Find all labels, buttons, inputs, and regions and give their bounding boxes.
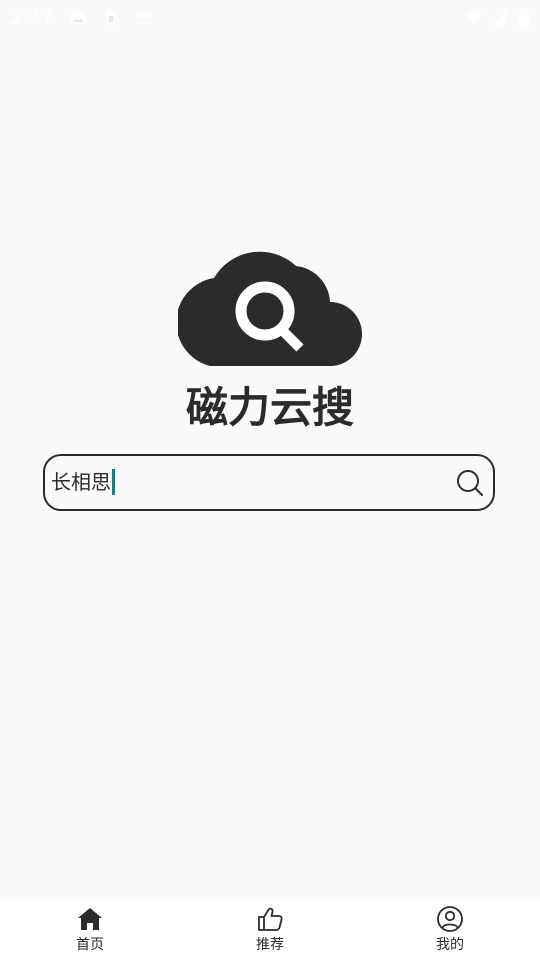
nav-label-home: 首页: [76, 937, 104, 953]
home-icon: [78, 908, 102, 930]
search-icon[interactable]: [455, 468, 485, 498]
battery-icon: [519, 8, 529, 28]
status-time: 2:47: [10, 6, 55, 29]
text-caret: [112, 469, 115, 495]
cloud-search-logo: [178, 251, 362, 366]
image-icon: [71, 12, 85, 24]
status-bar: 2:47: [0, 0, 540, 36]
nav-item-home[interactable]: 首页: [30, 897, 150, 960]
nav-item-mine[interactable]: 我的: [390, 897, 510, 960]
bottom-nav: 首页 推荐 我的: [0, 897, 540, 960]
search-value: 长相思: [51, 470, 111, 494]
search-input[interactable]: 长相思: [51, 469, 115, 495]
signal-icon: [492, 11, 506, 25]
brand-name: 磁力云搜: [185, 383, 354, 432]
nav-item-recommend[interactable]: 推荐: [210, 897, 330, 960]
nav-label-recommend: 推荐: [256, 937, 284, 953]
cloud-search-icon: [178, 251, 362, 366]
keyboard-icon: [136, 13, 152, 24]
user-circle-icon: [437, 906, 463, 932]
search-box[interactable]: 长相思: [43, 454, 495, 511]
thumbs-up-icon: [258, 907, 283, 931]
sim-card-icon: [106, 11, 116, 25]
wifi-icon: [465, 10, 483, 25]
nav-label-mine: 我的: [436, 937, 464, 953]
